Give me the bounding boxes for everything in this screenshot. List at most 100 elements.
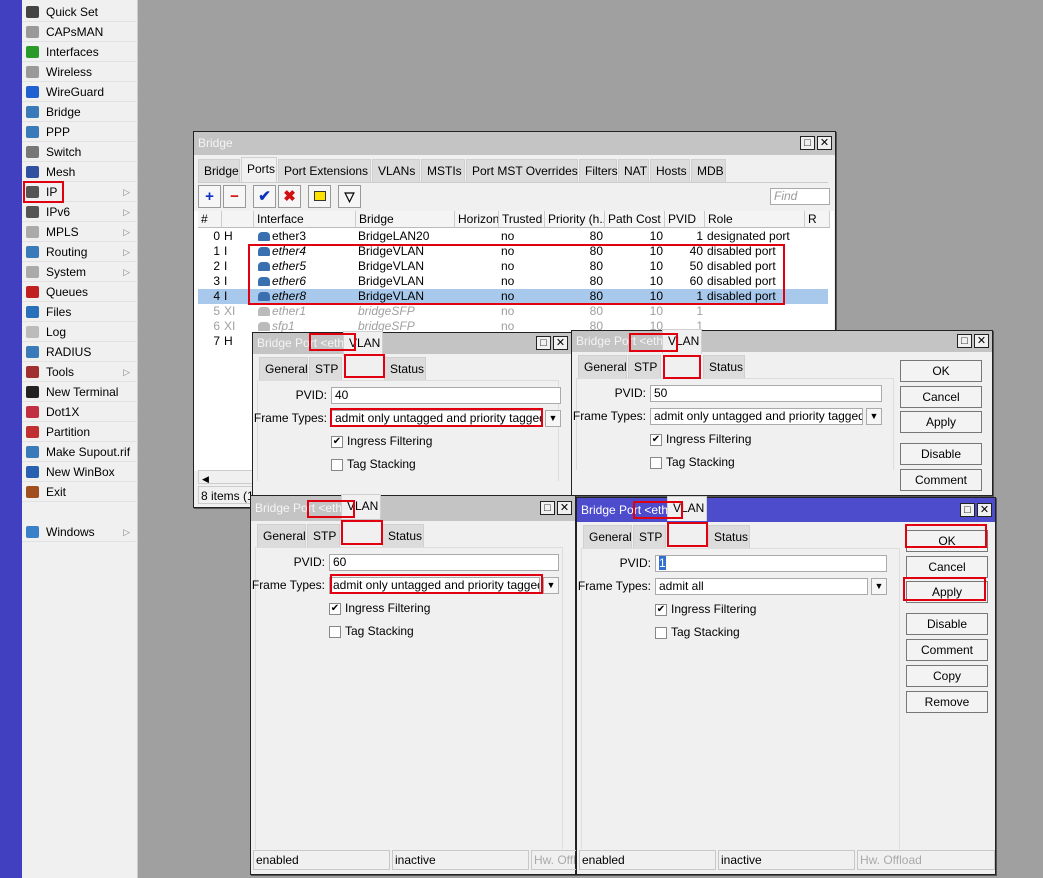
tab-stp[interactable]: STP: [633, 525, 666, 548]
remove-icon[interactable]: −: [223, 185, 246, 208]
tab-stp[interactable]: STP: [628, 355, 661, 378]
tab-status[interactable]: Status: [703, 355, 745, 378]
table-row[interactable]: 2 Iether5 BridgeVLAN no 80 10 50 disabled port: [198, 259, 828, 274]
disable-button[interactable]: Disable: [906, 613, 988, 635]
tab-vlan[interactable]: VLAN: [667, 496, 707, 521]
menu-item-new-winbox[interactable]: New WinBox: [22, 462, 138, 482]
tab-hosts[interactable]: Hosts: [650, 159, 690, 182]
menu-item-interfaces[interactable]: Interfaces: [22, 42, 138, 62]
cancel-button[interactable]: Cancel: [900, 386, 982, 408]
find-input[interactable]: Find: [770, 188, 830, 205]
table-row[interactable]: 3 Iether6 BridgeVLAN no 80 10 60 disabled port: [198, 274, 828, 289]
tab-general[interactable]: General: [259, 357, 308, 380]
menu-item-wireguard[interactable]: WireGuard: [22, 82, 138, 102]
close-icon[interactable]: ✕: [977, 502, 992, 517]
menu-item-switch[interactable]: Switch: [22, 142, 138, 162]
remove-button[interactable]: Remove: [906, 691, 988, 713]
bridge-title-bar[interactable]: Bridge □ ✕: [194, 132, 835, 155]
tab-general[interactable]: General: [257, 524, 306, 547]
tab-status[interactable]: Status: [382, 524, 424, 547]
tab-mstis[interactable]: MSTIs: [421, 159, 465, 182]
column-header[interactable]: [222, 211, 254, 228]
maximize-icon[interactable]: □: [540, 501, 555, 515]
scroll-left-icon[interactable]: ◀: [199, 474, 209, 484]
menu-item-capsman[interactable]: CAPsMAN: [22, 22, 138, 42]
menu-item-system[interactable]: System ▷: [22, 262, 138, 282]
tab-status[interactable]: Status: [708, 525, 750, 548]
menu-item-routing[interactable]: Routing ▷: [22, 242, 138, 262]
add-icon[interactable]: +: [198, 185, 221, 208]
enable-check-icon[interactable]: ✔: [253, 185, 276, 208]
pvid-input[interactable]: 1: [655, 555, 887, 572]
tab-vlan[interactable]: VLAN: [662, 329, 702, 354]
dropdown-arrow-icon[interactable]: ▼: [871, 578, 887, 595]
tab-bridge[interactable]: Bridge: [198, 159, 240, 182]
menu-item-log[interactable]: Log: [22, 322, 138, 342]
comment-icon[interactable]: [308, 185, 331, 208]
dialog-title-bar[interactable]: Bridge Port <ether5>□✕: [572, 331, 992, 352]
ingress-filtering-checkbox[interactable]: ✔: [655, 604, 667, 616]
column-header[interactable]: Bridge: [356, 211, 455, 228]
maximize-icon[interactable]: □: [960, 502, 975, 517]
menu-item-radius[interactable]: RADIUS: [22, 342, 138, 362]
close-icon[interactable]: ✕: [817, 136, 832, 150]
frame-types-select[interactable]: admit only untagged and priority tagged: [650, 408, 863, 425]
frame-types-select[interactable]: admit all: [655, 578, 868, 595]
maximize-icon[interactable]: □: [536, 336, 551, 350]
menu-item-partition[interactable]: Partition: [22, 422, 138, 442]
tab-vlan[interactable]: VLAN: [343, 331, 383, 356]
tab-port-mst-overrides[interactable]: Port MST Overrides: [466, 159, 578, 182]
menu-item-mesh[interactable]: Mesh: [22, 162, 138, 182]
dialog-title-bar[interactable]: Bridge Port <ether6>□✕: [251, 496, 575, 521]
filter-icon[interactable]: ▽: [338, 185, 361, 208]
tab-port-extensions[interactable]: Port Extensions: [278, 159, 371, 182]
tab-ports[interactable]: Ports: [241, 157, 277, 182]
tab-vlan[interactable]: VLAN: [341, 494, 381, 519]
column-header[interactable]: Role: [705, 211, 805, 228]
dialog-title-bar[interactable]: Bridge Port <ether8>□✕: [577, 498, 995, 522]
menu-item-ip[interactable]: IP ▷: [22, 182, 138, 202]
maximize-icon[interactable]: □: [957, 334, 972, 348]
tag-stacking-checkbox[interactable]: [329, 626, 341, 638]
ok-button[interactable]: OK: [906, 530, 988, 552]
menu-item-mpls[interactable]: MPLS ▷: [22, 222, 138, 242]
menu-item-ppp[interactable]: PPP: [22, 122, 138, 142]
ingress-filtering-checkbox[interactable]: ✔: [650, 434, 662, 446]
menu-item-wireless[interactable]: Wireless: [22, 62, 138, 82]
ingress-filtering-checkbox[interactable]: ✔: [329, 603, 341, 615]
menu-item-exit[interactable]: Exit: [22, 482, 138, 502]
menu-item-files[interactable]: Files: [22, 302, 138, 322]
close-icon[interactable]: ✕: [557, 501, 572, 515]
column-header[interactable]: #: [198, 211, 222, 228]
dropdown-arrow-icon[interactable]: ▼: [543, 577, 559, 594]
tab-vlans[interactable]: VLANs: [372, 159, 420, 182]
table-row[interactable]: 4 Iether8 BridgeVLAN no 80 10 1 disabled port: [198, 289, 828, 304]
table-row[interactable]: 1 Iether4 BridgeVLAN no 80 10 40 disabled port: [198, 244, 828, 259]
tag-stacking-checkbox[interactable]: [655, 627, 667, 639]
dialog-title-bar[interactable]: Bridge Port <ether4>□✕: [253, 333, 571, 354]
menu-item-windows[interactable]: Windows ▷: [22, 522, 138, 542]
frame-types-select[interactable]: admit only untagged and priority tagged: [329, 577, 540, 594]
tab-stp[interactable]: STP: [309, 357, 342, 380]
apply-button[interactable]: Apply: [906, 581, 988, 603]
tag-stacking-checkbox[interactable]: [331, 459, 343, 471]
column-header[interactable]: Trusted: [499, 211, 545, 228]
pvid-input[interactable]: 50: [650, 385, 882, 402]
tab-general[interactable]: General: [578, 355, 627, 378]
tab-filters[interactable]: Filters: [579, 159, 618, 182]
ok-button[interactable]: OK: [900, 360, 982, 382]
copy-button[interactable]: Copy: [906, 665, 988, 687]
comment-button[interactable]: Comment: [900, 469, 982, 491]
apply-button[interactable]: Apply: [900, 411, 982, 433]
column-header[interactable]: PVID: [665, 211, 705, 228]
pvid-input[interactable]: 60: [329, 554, 559, 571]
tab-mdb[interactable]: MDB: [691, 159, 726, 182]
tab-general[interactable]: General: [583, 525, 632, 548]
comment-button[interactable]: Comment: [906, 639, 988, 661]
ingress-filtering-checkbox[interactable]: ✔: [331, 436, 343, 448]
menu-item-dot1x[interactable]: Dot1X: [22, 402, 138, 422]
column-header[interactable]: Interface: [254, 211, 356, 228]
frame-types-select[interactable]: admit only untagged and priority tagged: [331, 410, 542, 427]
menu-item-new-terminal[interactable]: New Terminal: [22, 382, 138, 402]
tab-nat[interactable]: NAT: [618, 159, 649, 182]
